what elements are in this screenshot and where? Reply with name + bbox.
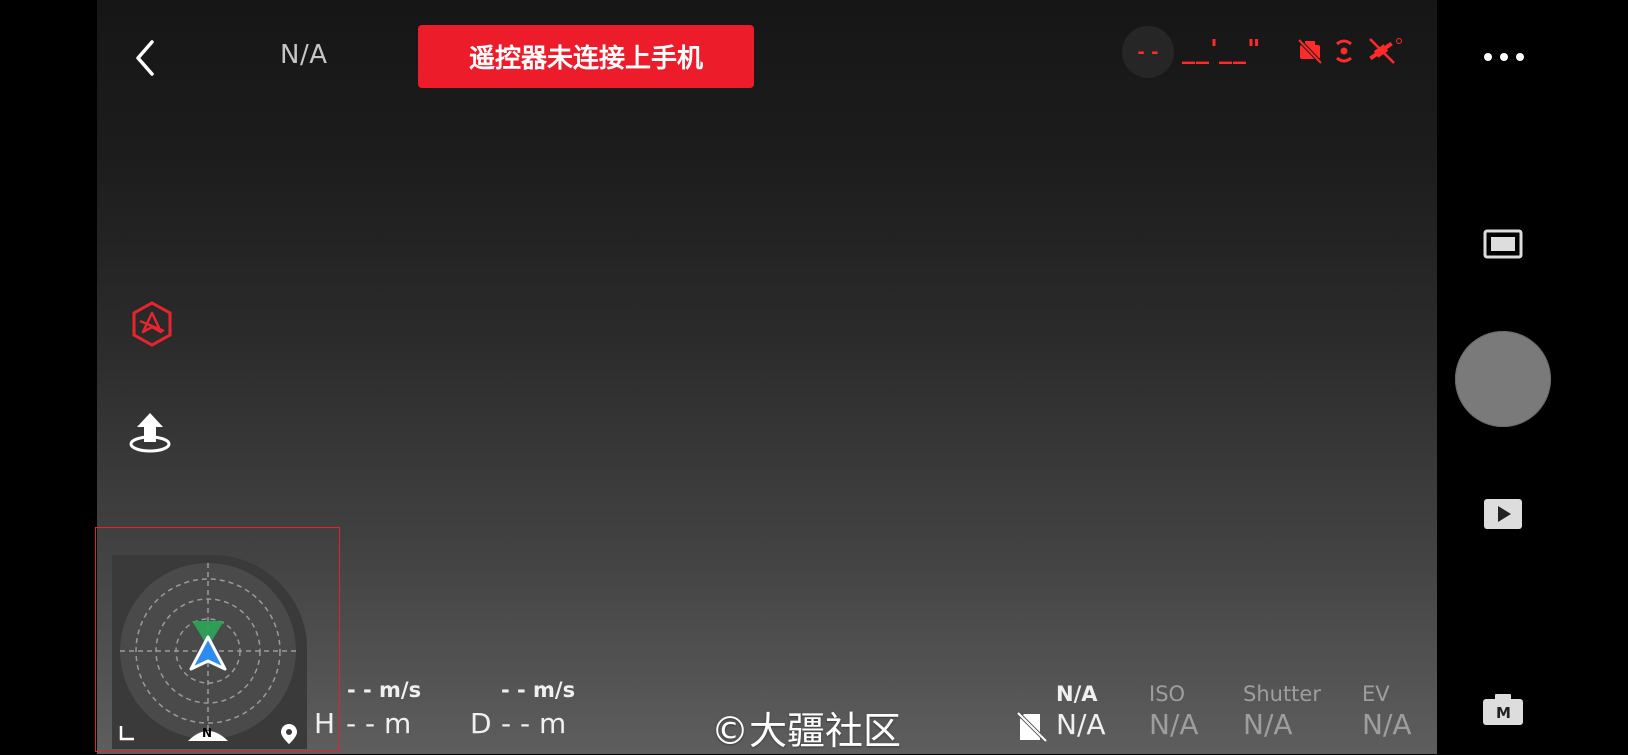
rc-disconnected-alert[interactable]: 遥控器未连接上手机 — [418, 25, 754, 88]
more-dot-icon — [1484, 53, 1492, 61]
distance-value: - - m — [501, 707, 567, 740]
more-dot-icon — [1500, 53, 1508, 61]
intelligent-flight-button[interactable] — [128, 300, 176, 348]
gps-off-icon[interactable] — [1366, 36, 1402, 66]
camera-mode-button[interactable]: M — [1481, 692, 1525, 726]
watermark: ©大疆社区 — [711, 709, 902, 753]
sd-card-label: N/A — [1056, 682, 1098, 706]
display-mode-icon — [1483, 229, 1523, 259]
north-indicator: N — [202, 726, 213, 740]
ev-value[interactable]: N/A — [1362, 708, 1412, 741]
no-aircraft-battery-icon[interactable] — [1295, 36, 1325, 66]
signal-strength-pill[interactable]: - - — [1122, 26, 1174, 78]
remaining-flight-time: __'__" — [1182, 35, 1262, 65]
location-pin-icon[interactable] — [280, 723, 298, 745]
back-chevron-icon — [136, 40, 154, 76]
more-options-button[interactable] — [1484, 42, 1524, 72]
corner-bracket-icon[interactable] — [118, 724, 136, 742]
vertical-speed: - - m/s — [501, 678, 576, 702]
distance-label: D — [470, 707, 492, 740]
iso-label: ISO — [1149, 682, 1186, 706]
takeoff-icon — [129, 413, 171, 453]
playback-button[interactable] — [1482, 497, 1524, 531]
ev-label: EV — [1362, 682, 1390, 706]
shutter-label: Shutter — [1243, 682, 1321, 706]
signal-strength-value: - - — [1137, 41, 1159, 63]
iso-value[interactable]: N/A — [1149, 708, 1199, 741]
takeoff-button[interactable] — [126, 408, 174, 456]
rc-signal-icon[interactable] — [1333, 36, 1355, 66]
horizontal-speed: - - m/s — [347, 678, 422, 702]
flight-mode-label[interactable]: N/A — [280, 40, 328, 70]
display-mode-button[interactable] — [1482, 228, 1524, 260]
playback-icon — [1484, 499, 1522, 529]
shutter-value[interactable]: N/A — [1243, 708, 1293, 741]
attitude-radar[interactable]: N — [112, 555, 307, 749]
shutter-button[interactable] — [1455, 331, 1551, 427]
height-label: H — [314, 707, 336, 740]
flight-mode-icon — [132, 301, 172, 347]
back-button[interactable] — [130, 36, 164, 80]
height-value: - - m — [346, 707, 412, 740]
no-sd-card-icon[interactable] — [1015, 710, 1049, 744]
sd-card-value[interactable]: N/A — [1056, 708, 1106, 741]
camera-mode-letter: M — [1496, 704, 1511, 722]
more-dot-icon — [1516, 53, 1524, 61]
